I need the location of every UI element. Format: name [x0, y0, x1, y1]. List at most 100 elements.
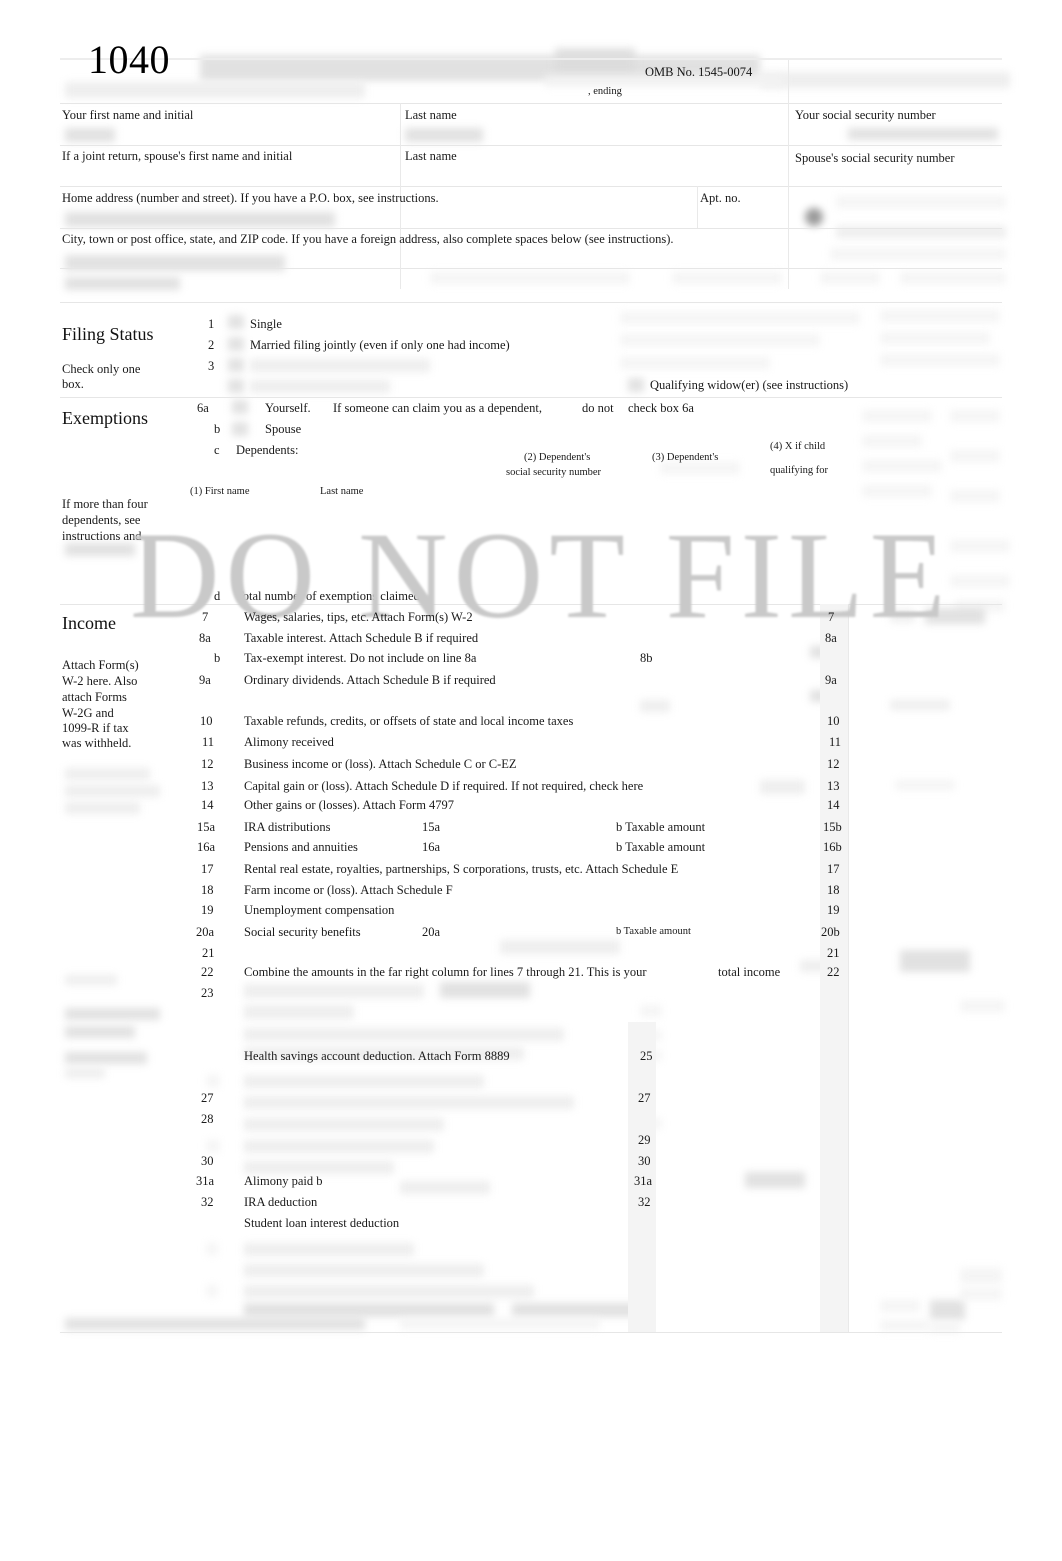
- dependents-col2-line2: social security number: [506, 467, 602, 478]
- income-line-num-23: 23: [201, 986, 214, 1000]
- income-line-right-16b: 16b: [823, 840, 842, 854]
- exemption-dependents-label: Dependents:: [236, 443, 299, 457]
- income-line-right-12: 12: [827, 757, 840, 771]
- income-line-text-10: Taxable refunds, credits, or offsets of …: [244, 714, 574, 728]
- income-line-right-11: 11: [829, 735, 842, 749]
- income-line-right-18: 18: [827, 883, 840, 897]
- income-line-num-13: 13: [201, 779, 214, 793]
- income-line-num-21: 21: [202, 946, 215, 960]
- exemptions-side-note-2: dependents, see: [62, 513, 141, 527]
- your-ssn-label: Your social security number: [795, 108, 936, 122]
- exemption-yourself-label[interactable]: Yourself.: [265, 401, 311, 416]
- exemptions-title: Exemptions: [62, 408, 148, 428]
- filing-status-qualifying-widow[interactable]: Qualifying widow(er) (see instructions): [650, 378, 848, 393]
- income-line-right-21: 21: [827, 946, 840, 960]
- income-line-text-13: Capital gain or (loss). Attach Schedule …: [244, 779, 644, 793]
- income-line-text-18: Farm income or (loss). Attach Schedule F: [244, 883, 453, 897]
- income-line-taxable-15b: b Taxable amount: [616, 820, 706, 834]
- income-line-num-12: 12: [201, 757, 214, 771]
- agi-line-mid-27: 27: [638, 1091, 651, 1105]
- exemption-total-label: Total number of exemptions claimed: [236, 589, 420, 603]
- filing-status-note-line2: box.: [62, 377, 84, 391]
- exemption-line-b-num: b: [214, 422, 221, 436]
- income-line-num-14: 14: [201, 798, 214, 812]
- agi-line-mid-32: 32: [638, 1195, 651, 1209]
- omb-number: OMB No. 1545-0074: [645, 65, 753, 79]
- income-line-mid-16a: 16a: [422, 840, 441, 854]
- income-line-total-income-label: total income: [718, 965, 781, 979]
- income-line-right-19: 19: [827, 903, 840, 917]
- filing-status-option-single[interactable]: Single: [250, 317, 282, 332]
- income-line-text-16a: Pensions and annuities: [244, 840, 358, 854]
- income-line-num-11: 11: [202, 735, 215, 749]
- income-line-text-9a: Ordinary dividends. Attach Schedule B if…: [244, 673, 496, 687]
- home-address-label: Home address (number and street). If you…: [62, 191, 439, 205]
- income-line-text-11: Alimony received: [244, 735, 334, 749]
- income-side-note-0: Attach Form(s): [62, 658, 139, 672]
- city-state-zip-label: City, town or post office, state, and ZI…: [62, 232, 674, 246]
- dependents-col2-line1: (2) Dependent's: [524, 452, 591, 463]
- agi-line-num-27: 27: [201, 1091, 214, 1105]
- income-line-right-17: 17: [827, 862, 840, 876]
- income-line-text-12: Business income or (loss). Attach Schedu…: [244, 757, 517, 771]
- exemption-line-c-num: c: [214, 443, 220, 457]
- exemptions-side-note-1: If more than four: [62, 497, 148, 511]
- income-line-num-22: 22: [201, 965, 214, 979]
- agi-line-mid-25: 25: [640, 1049, 653, 1063]
- income-line-right-7: 7: [828, 610, 835, 624]
- dependents-col4-line2: qualifying for: [770, 465, 829, 476]
- income-line-text-14: Other gains or (losses). Attach Form 479…: [244, 798, 455, 812]
- exemption-line-6a-num: 6a: [197, 401, 209, 415]
- dependents-col4-line1: (4) X if child: [770, 441, 826, 452]
- dependents-col1-last-name: Last name: [320, 486, 364, 497]
- income-line-num-17: 17: [201, 862, 214, 876]
- filing-status-option-married-jointly[interactable]: Married filing jointly (even if only one…: [250, 338, 510, 353]
- spouse-last-name-label: Last name: [405, 149, 457, 163]
- form-1040-page: 1040 OMB No. 1545-0074 , ending Your fir…: [0, 0, 1062, 1561]
- filing-status-title: Filing Status: [62, 324, 154, 344]
- agi-line-num-31a: 31a: [196, 1174, 215, 1188]
- income-line-num-19: 19: [201, 903, 214, 917]
- income-line-text-22: Combine the amounts in the far right col…: [244, 965, 647, 979]
- your-first-name-label: Your first name and initial: [62, 108, 194, 122]
- last-name-label: Last name: [405, 108, 457, 122]
- income-side-note-4: 1099-R if tax: [62, 721, 129, 735]
- agi-line-text-hsa: Health savings account deduction. Attach…: [244, 1049, 510, 1063]
- income-line-right-14: 14: [827, 798, 840, 812]
- exemptions-side-note-3: instructions and: [62, 529, 142, 543]
- exemption-spouse-label[interactable]: Spouse: [265, 422, 301, 437]
- income-line-text-17: Rental real estate, royalties, partnersh…: [244, 862, 679, 876]
- income-line-right-20b: 20b: [821, 925, 840, 939]
- income-line-right-13: 13: [827, 779, 840, 793]
- agi-line-num-30: 30: [201, 1154, 214, 1168]
- income-line-text-8a: Taxable interest. Attach Schedule B if r…: [244, 631, 479, 645]
- income-line-taxable-20b: b Taxable amount: [616, 926, 691, 937]
- exemption-line-d-num: d: [214, 589, 221, 603]
- filing-status-num-2: 2: [208, 338, 215, 352]
- dependents-col1-first-name: (1) First name: [190, 486, 250, 497]
- income-line-text-8b: Tax-exempt interest. Do not include on l…: [244, 651, 477, 665]
- income-line-mid-15a: 15a: [422, 820, 441, 834]
- agi-line-text-31a: Alimony paid b: [244, 1174, 323, 1188]
- filing-status-num-1: 1: [208, 317, 215, 331]
- agi-line-mid-29: 29: [638, 1133, 651, 1147]
- income-line-num-7: 7: [202, 610, 209, 624]
- income-line-text-15a: IRA distributions: [244, 820, 331, 834]
- income-line-text-20a: Social security benefits: [244, 925, 361, 939]
- income-title: Income: [62, 613, 116, 633]
- income-line-num-8a: 8a: [199, 631, 211, 645]
- income-side-note-5: was withheld.: [62, 736, 132, 750]
- income-line-num-9a: 9a: [199, 673, 211, 687]
- agi-line-text-32: IRA deduction: [244, 1195, 318, 1209]
- filing-status-note-line1: Check only one: [62, 362, 141, 376]
- agi-line-text-student-loan: Student loan interest deduction: [244, 1216, 400, 1230]
- agi-line-mid-31a: 31a: [634, 1174, 653, 1188]
- exemption-6a-checkbox-text: check box 6a: [628, 401, 694, 415]
- income-line-num-20a: 20a: [196, 925, 215, 939]
- income-line-num-18: 18: [201, 883, 214, 897]
- agi-line-num-28: 28: [201, 1112, 214, 1126]
- form-number: 1040: [88, 37, 170, 82]
- agi-line-num-32: 32: [201, 1195, 214, 1209]
- agi-line-mid-30: 30: [638, 1154, 651, 1168]
- apt-no-label: Apt. no.: [700, 191, 741, 205]
